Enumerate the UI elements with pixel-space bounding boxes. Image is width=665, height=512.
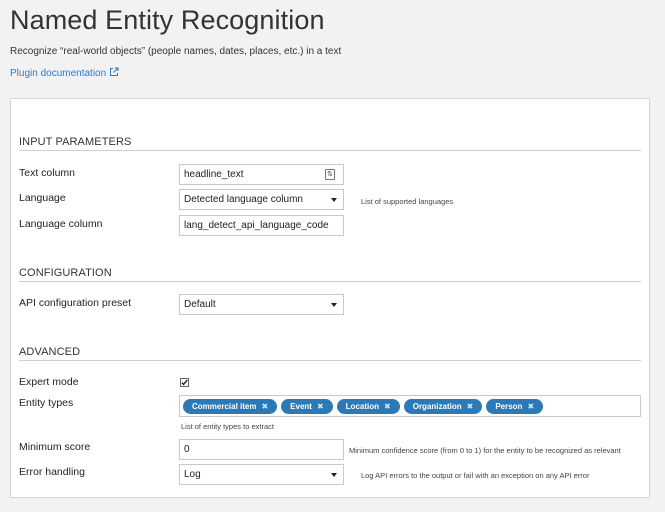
section-advanced: ADVANCED (19, 346, 641, 361)
min-score-input[interactable]: 0 (179, 439, 344, 460)
text-column-label: Text column (19, 167, 76, 179)
checkmark-icon (181, 379, 188, 386)
language-hint: List of supported languages (361, 197, 454, 206)
plugin-documentation-link[interactable]: Plugin documentation (10, 67, 119, 80)
chevron-down-icon (331, 472, 337, 477)
remove-tag-icon[interactable]: ✖ (527, 402, 534, 411)
entity-tag-location[interactable]: Location ✖ (336, 398, 400, 414)
entity-types-hint: List of entity types to extract (181, 422, 274, 431)
doc-link-label: Plugin documentation (10, 68, 107, 79)
entity-tag-person[interactable]: Person ✖ (486, 398, 544, 414)
error-handling-hint: Log API errors to the output or fail wit… (361, 471, 590, 480)
error-handling-label: Error handling (19, 466, 85, 478)
text-column-input[interactable]: headline_text ⇅ (179, 164, 344, 185)
remove-tag-icon[interactable]: ✖ (261, 402, 268, 411)
page-title: Named Entity Recognition (10, 5, 325, 35)
language-column-input[interactable]: lang_detect_api_language_code (179, 215, 344, 236)
section-configuration: CONFIGURATION (19, 267, 641, 282)
chevron-down-icon (331, 197, 337, 202)
language-column-label: Language column (19, 218, 103, 230)
language-select[interactable]: Detected language column (179, 189, 344, 210)
text-column-value: headline_text (184, 169, 244, 180)
min-score-hint: Minimum confidence score (from 0 to 1) f… (349, 446, 621, 455)
language-label: Language (19, 192, 66, 204)
page-subtitle: Recognize “real-world objects” (people n… (10, 46, 342, 57)
language-column-value: lang_detect_api_language_code (184, 220, 329, 231)
min-score-label: Minimum score (19, 441, 91, 453)
api-preset-select[interactable]: Default (179, 294, 344, 315)
api-preset-value: Default (184, 299, 216, 310)
external-link-icon (109, 67, 119, 80)
min-score-value: 0 (184, 444, 190, 455)
expert-mode-label: Expert mode (19, 376, 79, 388)
entity-tag-organization[interactable]: Organization ✖ (403, 398, 483, 414)
error-handling-value: Log (184, 469, 201, 480)
entity-tag-commercial-item[interactable]: Commercial item ✖ (183, 398, 278, 414)
section-input-parameters: INPUT PARAMETERS (19, 136, 641, 151)
expert-mode-checkbox[interactable] (180, 378, 189, 387)
entity-types-label: Entity types (19, 397, 74, 409)
chevron-down-icon (331, 302, 337, 307)
language-value: Detected language column (184, 194, 303, 205)
error-handling-select[interactable]: Log (179, 464, 344, 485)
column-picker-icon[interactable]: ⇅ (325, 169, 335, 180)
entity-tag-event[interactable]: Event ✖ (281, 398, 333, 414)
entity-types-input[interactable]: Commercial item ✖ Event ✖ Location ✖ Organi… (179, 395, 641, 417)
api-preset-label: API configuration preset (19, 297, 132, 309)
remove-tag-icon[interactable]: ✖ (317, 402, 324, 411)
remove-tag-icon[interactable]: ✖ (467, 402, 474, 411)
settings-panel: INPUT PARAMETERS Text column headline_te… (10, 98, 650, 498)
remove-tag-icon[interactable]: ✖ (384, 402, 391, 411)
